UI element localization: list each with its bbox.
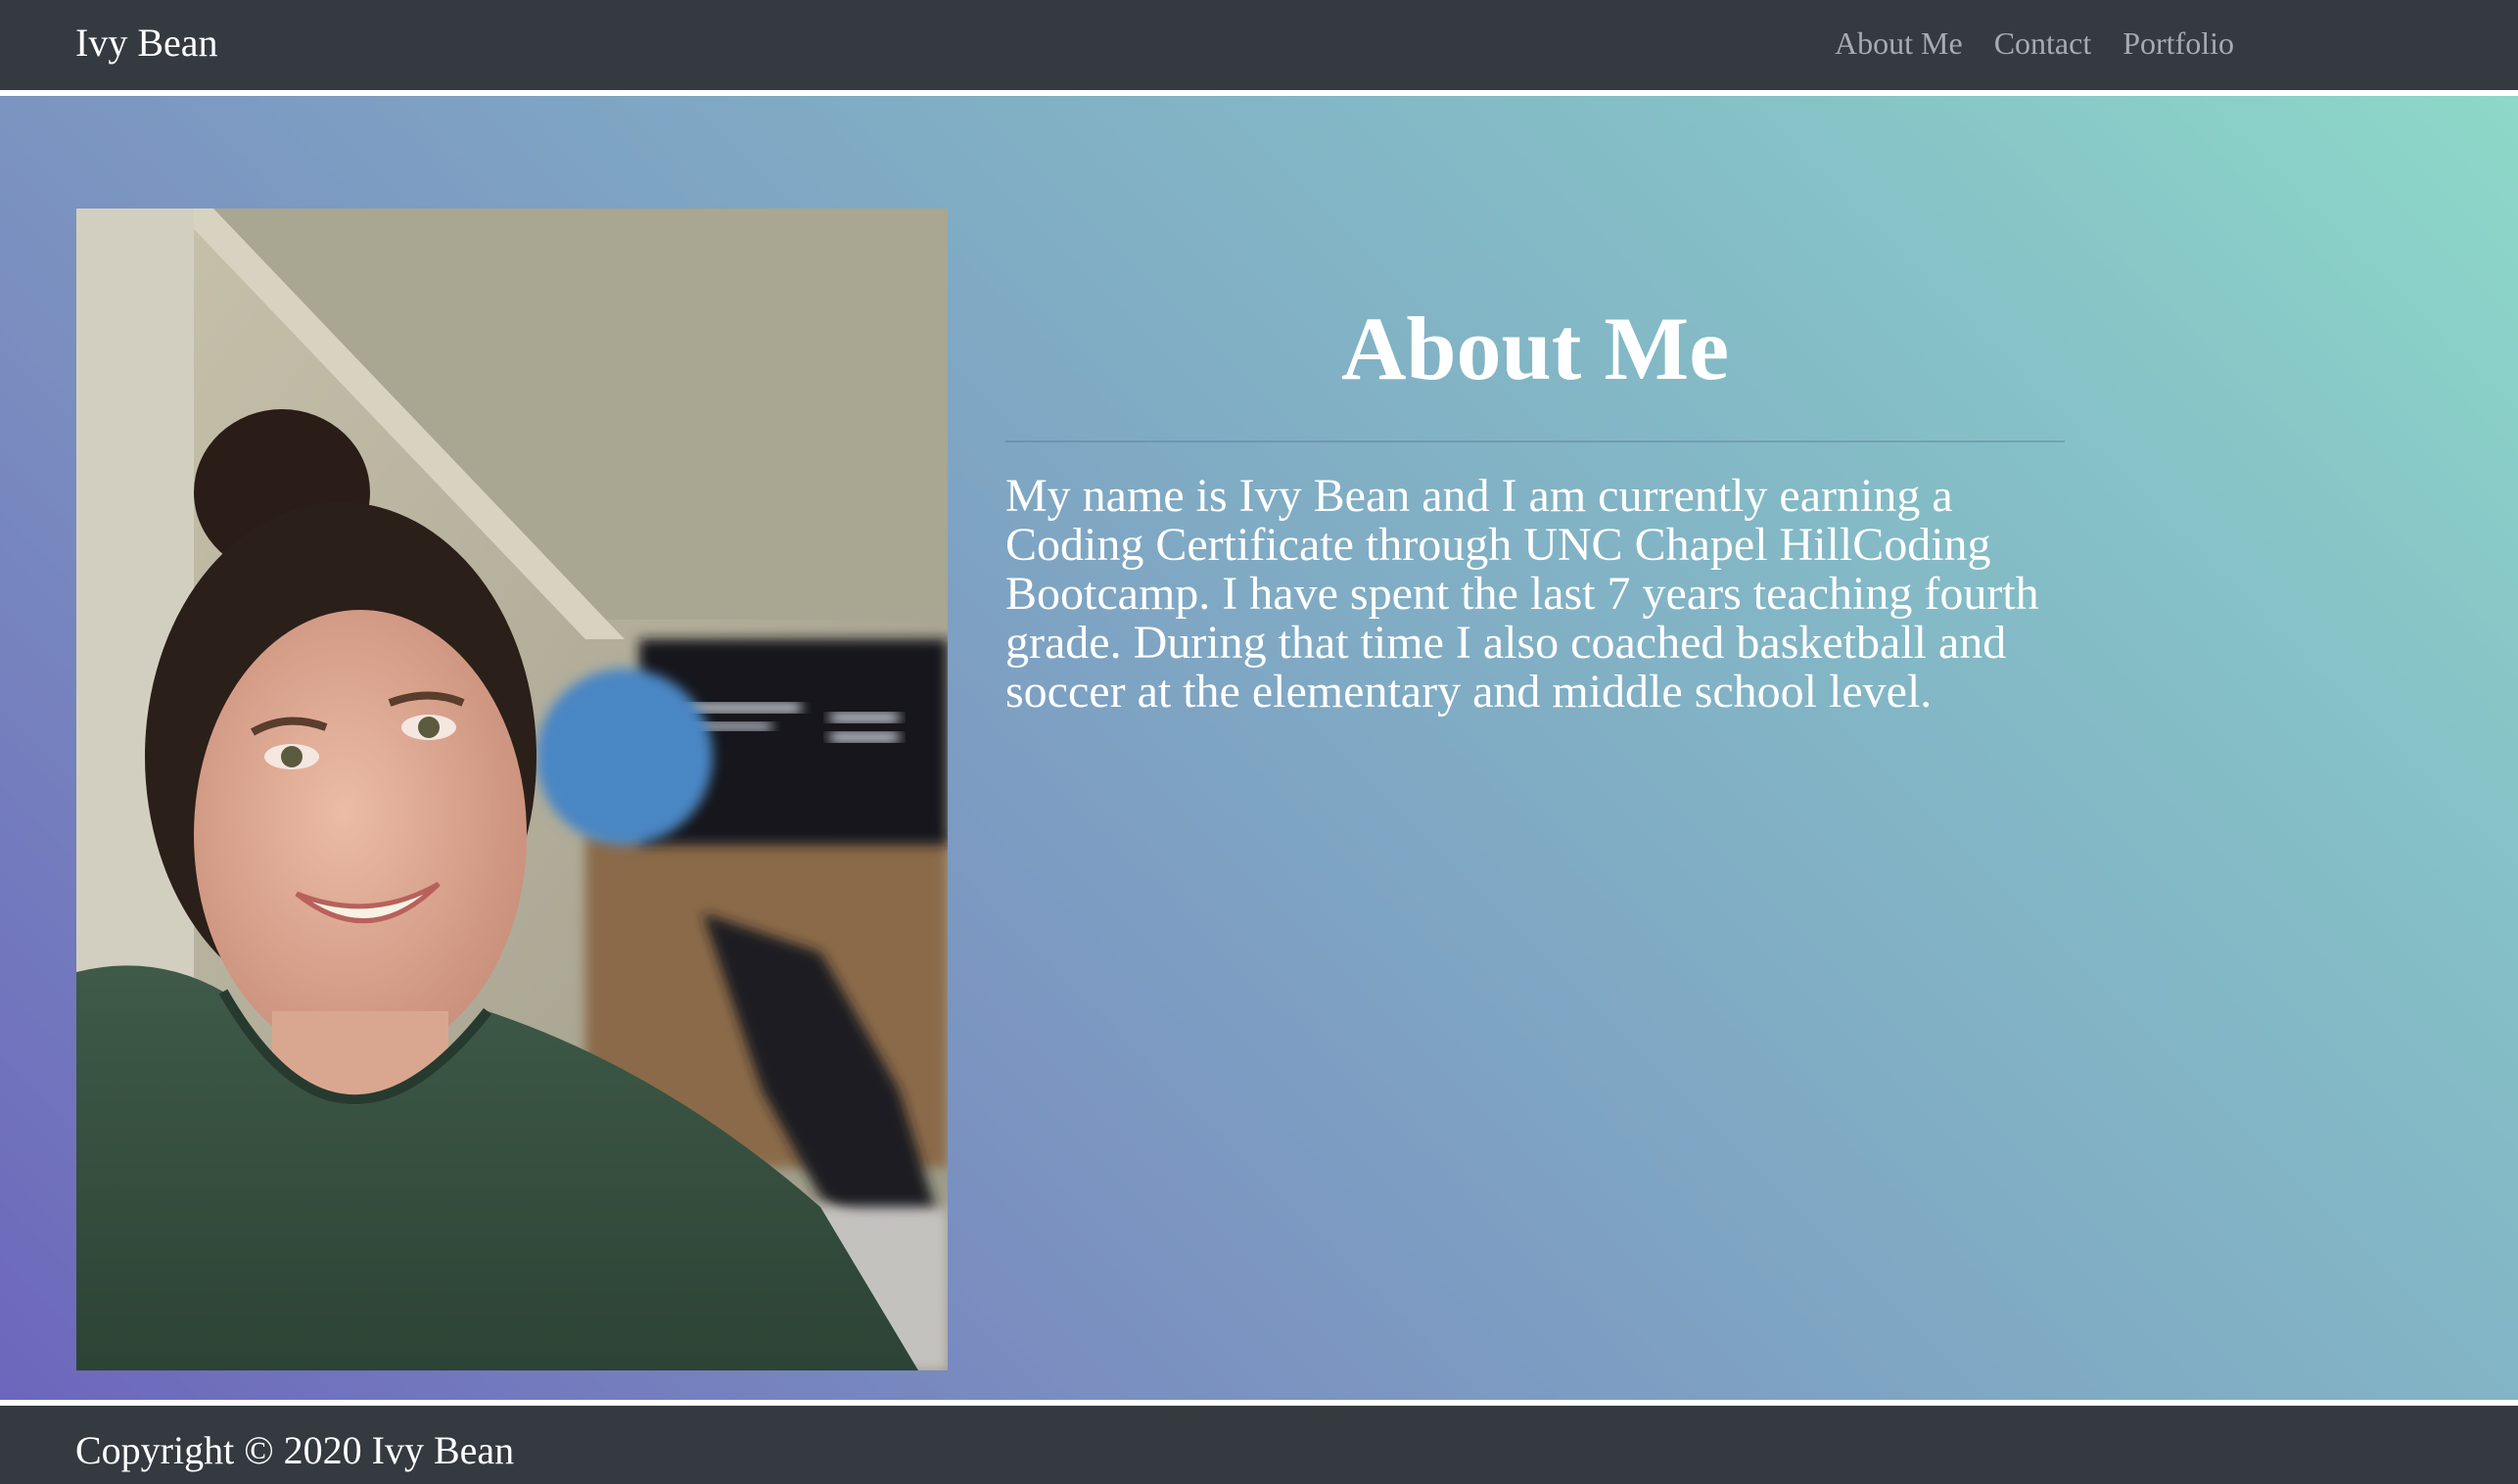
nav-link-about-me[interactable]: About Me: [1835, 22, 1963, 65]
about-divider: [1005, 441, 2065, 442]
nav-link-portfolio[interactable]: Portfolio: [2122, 22, 2234, 65]
copyright-text: Copyright © 2020 Ivy Bean: [75, 1428, 515, 1472]
about-body: My name is Ivy Bean and I am currently e…: [1005, 470, 2039, 718]
footer: Copyright © 2020 Ivy Bean: [0, 1400, 2518, 1484]
nav-links: About Me Contact Portfolio: [1835, 22, 2234, 65]
page: Ivy Bean About Me Contact Portfolio Abou…: [0, 0, 2518, 1484]
brand-link[interactable]: Ivy Bean: [75, 20, 218, 67]
about-section: About Me My name is Ivy Bean and I am cu…: [1005, 284, 2065, 717]
profile-photo: [76, 209, 948, 1370]
about-title: About Me: [1340, 299, 1730, 398]
nav-link-contact[interactable]: Contact: [1994, 22, 2092, 65]
navbar: Ivy Bean About Me Contact Portfolio: [0, 0, 2518, 96]
